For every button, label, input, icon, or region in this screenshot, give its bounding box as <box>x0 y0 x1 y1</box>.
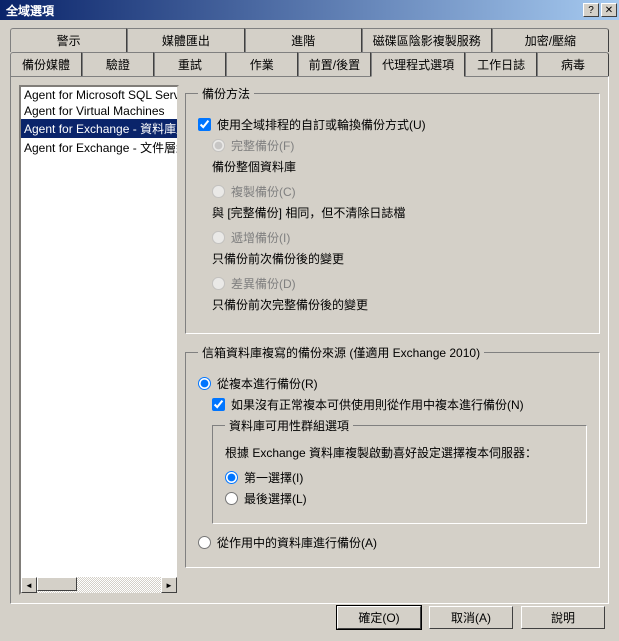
tab-panel: Agent for Microsoft SQL ServerAgent for … <box>10 76 609 604</box>
tab-7-row2[interactable]: 病毒 <box>537 52 609 76</box>
copy-backup-desc: 與 [完整備份] 相同，但不清除日誌檔 <box>212 204 587 221</box>
agent-item[interactable]: Agent for Microsoft SQL Server <box>21 87 177 103</box>
first-choice-radio[interactable] <box>225 471 238 484</box>
ok-button[interactable]: 確定(O) <box>337 606 421 629</box>
incr-backup-desc: 只備份前次備份後的變更 <box>212 250 587 267</box>
agent-item[interactable]: Agent for Exchange - 資料庫層 <box>21 119 177 138</box>
use-global-label[interactable]: 使用全域排程的自訂或輪換備份方式(U) <box>217 116 426 133</box>
cancel-button[interactable]: 取消(A) <box>429 606 513 629</box>
tab-2-row2[interactable]: 重試 <box>154 52 226 76</box>
scroll-track[interactable] <box>37 577 161 593</box>
from-replica-label[interactable]: 從複本進行備份(R) <box>217 375 318 392</box>
scroll-thumb[interactable] <box>37 577 77 591</box>
first-choice-label[interactable]: 第一選擇(I) <box>244 469 303 486</box>
agent-item[interactable]: Agent for Exchange - 文件層級 <box>21 138 177 157</box>
options-pane: 備份方法 使用全域排程的自訂或輪換備份方式(U) 完整備份(F) 備份整個資料庫… <box>185 85 600 595</box>
replication-source-group: 信箱資料庫複寫的備份來源 (僅適用 Exchange 2010) 從複本進行備份… <box>185 344 600 568</box>
dialog-body: 警示媒體匯出進階磁碟區陰影複製服務加密/壓縮 備份媒體驗證重試作業前置/後置代理… <box>0 20 619 641</box>
tab-4-row1[interactable]: 加密/壓縮 <box>492 28 609 52</box>
replication-source-legend: 信箱資料庫複寫的備份來源 (僅適用 Exchange 2010) <box>198 344 484 361</box>
diff-backup-label: 差異備份(D) <box>231 275 296 292</box>
tab-4-row2[interactable]: 前置/後置 <box>298 52 371 76</box>
tab-5-row2[interactable]: 代理程式選項 <box>371 52 465 77</box>
dag-options-legend: 資料庫可用性群組選項 <box>225 417 353 434</box>
scroll-right-arrow[interactable]: ► <box>161 577 177 593</box>
tab-2-row1[interactable]: 進階 <box>245 28 362 52</box>
horizontal-scrollbar[interactable]: ◄ ► <box>21 577 177 593</box>
fallback-active-label[interactable]: 如果沒有正常複本可供使用則從作用中複本進行備份(N) <box>231 396 524 413</box>
window-title: 全域選項 <box>2 2 581 19</box>
incr-backup-label: 遞增備份(I) <box>231 229 290 246</box>
copy-backup-radio <box>212 185 225 198</box>
tab-6-row2[interactable]: 工作日誌 <box>465 52 537 76</box>
agent-item[interactable]: Agent for Virtual Machines <box>21 103 177 119</box>
dialog-buttons: 確定(O) 取消(A) 說明 <box>337 606 605 629</box>
tab-1-row2[interactable]: 驗證 <box>82 52 154 76</box>
help-button[interactable]: 說明 <box>521 606 605 629</box>
fallback-active-checkbox[interactable] <box>212 398 225 411</box>
backup-method-legend: 備份方法 <box>198 85 254 102</box>
incr-backup-radio <box>212 231 225 244</box>
dag-options-group: 資料庫可用性群組選項 根據 Exchange 資料庫複製啟動喜好設定選擇複本伺服… <box>212 417 587 524</box>
copy-backup-label: 複製備份(C) <box>231 183 296 200</box>
agent-list[interactable]: Agent for Microsoft SQL ServerAgent for … <box>19 85 179 595</box>
tab-3-row2[interactable]: 作業 <box>226 52 298 76</box>
from-replica-radio[interactable] <box>198 377 211 390</box>
backup-method-group: 備份方法 使用全域排程的自訂或輪換備份方式(U) 完整備份(F) 備份整個資料庫… <box>185 85 600 334</box>
title-bar: 全域選項 ? ✕ <box>0 0 619 20</box>
use-global-checkbox[interactable] <box>198 118 211 131</box>
last-choice-label[interactable]: 最後選擇(L) <box>244 490 307 507</box>
diff-backup-radio <box>212 277 225 290</box>
full-backup-radio <box>212 139 225 152</box>
tab-3-row1[interactable]: 磁碟區陰影複製服務 <box>362 28 492 52</box>
help-button[interactable]: ? <box>583 3 599 17</box>
tabs: 警示媒體匯出進階磁碟區陰影複製服務加密/壓縮 備份媒體驗證重試作業前置/後置代理… <box>10 28 609 604</box>
from-active-label[interactable]: 從作用中的資料庫進行備份(A) <box>217 534 377 551</box>
tab-0-row1[interactable]: 警示 <box>10 28 127 52</box>
last-choice-radio[interactable] <box>225 492 238 505</box>
close-button[interactable]: ✕ <box>601 3 617 17</box>
tab-0-row2[interactable]: 備份媒體 <box>10 52 82 76</box>
diff-backup-desc: 只備份前次完整備份後的變更 <box>212 296 587 313</box>
from-active-radio[interactable] <box>198 536 211 549</box>
full-backup-desc: 備份整個資料庫 <box>212 158 587 175</box>
dag-options-desc: 根據 Exchange 資料庫複製啟動喜好設定選擇複本伺服器： <box>225 444 574 461</box>
scroll-left-arrow[interactable]: ◄ <box>21 577 37 593</box>
tab-1-row1[interactable]: 媒體匯出 <box>127 28 244 52</box>
full-backup-label: 完整備份(F) <box>231 137 294 154</box>
